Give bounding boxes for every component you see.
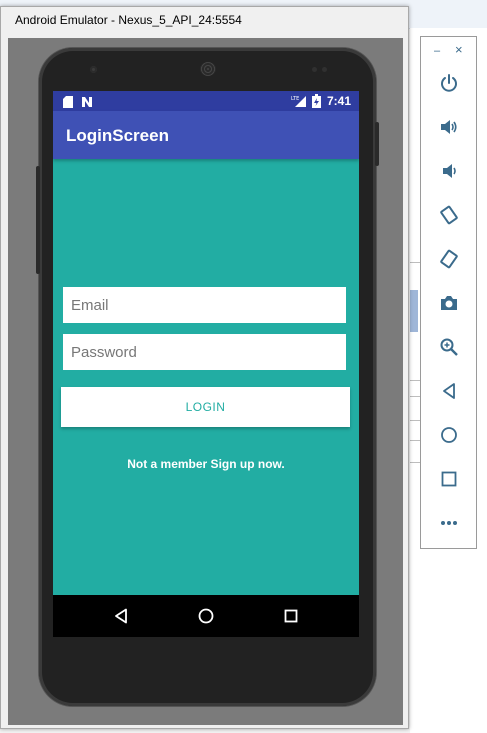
status-time: 7:41 xyxy=(326,94,351,108)
home-icon[interactable] xyxy=(435,421,463,449)
recents-square-icon[interactable] xyxy=(278,603,304,629)
back-icon[interactable] xyxy=(435,377,463,405)
nav-bar xyxy=(53,595,359,637)
more-icon[interactable] xyxy=(435,509,463,537)
phone-screen: LTE 7:41 LoginScreen LOGIN Not a member … xyxy=(53,91,359,637)
email-field[interactable] xyxy=(63,287,346,323)
login-button[interactable]: LOGIN xyxy=(61,387,350,427)
password-field[interactable] xyxy=(63,334,346,370)
background-divider xyxy=(410,440,420,441)
emulator-toolbar: – × xyxy=(420,36,477,549)
home-circle-icon[interactable] xyxy=(193,603,219,629)
background-divider xyxy=(410,380,420,381)
rotate-right-icon[interactable] xyxy=(435,245,463,273)
app-title: LoginScreen xyxy=(66,126,169,145)
zoom-icon[interactable] xyxy=(435,333,463,361)
phone-power-button xyxy=(375,122,379,166)
light-sensor xyxy=(322,67,327,72)
background-divider xyxy=(410,462,420,463)
camera-icon[interactable] xyxy=(435,289,463,317)
window-title: Android Emulator - Nexus_5_API_24:5554 xyxy=(15,13,242,27)
background-divider xyxy=(410,420,420,421)
background-selection xyxy=(410,290,418,332)
power-icon[interactable] xyxy=(435,69,463,97)
close-button[interactable]: × xyxy=(455,42,463,57)
back-triangle-icon[interactable] xyxy=(108,603,134,629)
overview-icon[interactable] xyxy=(435,465,463,493)
status-bar: LTE 7:41 xyxy=(53,91,359,111)
front-camera xyxy=(90,66,97,73)
phone-side-button xyxy=(36,166,40,274)
volume-down-icon[interactable] xyxy=(435,157,463,185)
svg-text:LTE: LTE xyxy=(291,96,299,102)
minimize-button[interactable]: – xyxy=(434,45,440,57)
volume-up-icon[interactable] xyxy=(435,113,463,141)
background-divider xyxy=(410,262,420,263)
background-divider xyxy=(410,396,420,397)
earpiece-speaker xyxy=(200,62,216,76)
app-bar: LoginScreen xyxy=(53,111,359,159)
proximity-sensor xyxy=(312,67,317,72)
rotate-left-icon[interactable] xyxy=(435,201,463,229)
signup-link[interactable]: Not a member Sign up now. xyxy=(53,457,359,471)
